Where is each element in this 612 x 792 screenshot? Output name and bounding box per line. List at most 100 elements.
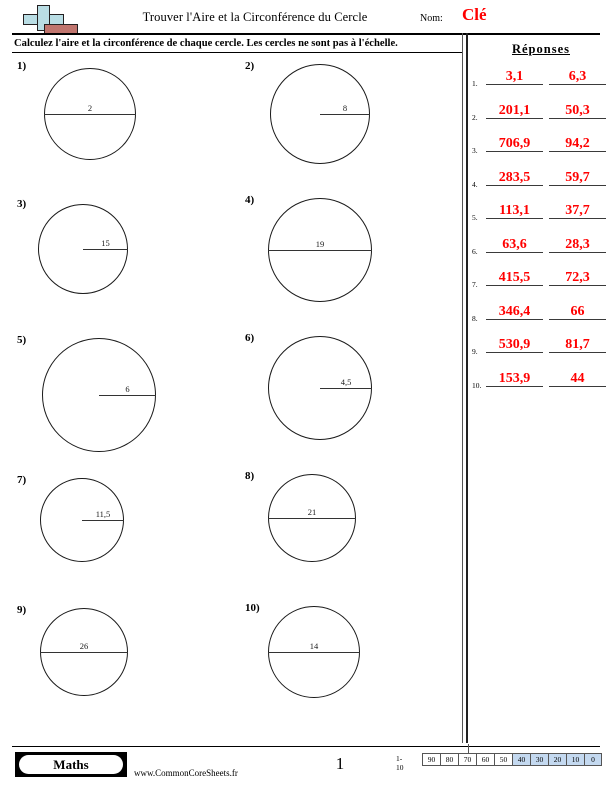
diameter-line: [44, 114, 136, 115]
answer-area-value[interactable]: 283,5: [486, 169, 543, 186]
answer-circumference-value[interactable]: 28,3: [549, 236, 606, 253]
answer-row-number: 7.: [472, 280, 478, 289]
answer-circumference-value[interactable]: 6,3: [549, 68, 606, 85]
answer-area-value[interactable]: 201,1: [486, 102, 543, 119]
answer-area-value[interactable]: 63,6: [486, 236, 543, 253]
diameter-line: [40, 652, 128, 653]
circle-figure: 21: [268, 474, 356, 562]
divider-line-left: [462, 33, 463, 743]
diameter-label: 19: [315, 239, 325, 249]
problem-number: 3): [17, 198, 27, 210]
diameter-line: [268, 518, 356, 519]
answer-area-value[interactable]: 346,4: [486, 303, 543, 320]
score-cell[interactable]: 30: [530, 753, 548, 766]
radius-line: [99, 395, 156, 396]
answer-row-number: 1.: [472, 79, 478, 88]
score-cell[interactable]: 80: [440, 753, 458, 766]
brand-label: Maths: [19, 755, 123, 774]
score-cell[interactable]: 20: [548, 753, 566, 766]
worksheet-title: Trouver l'Aire et la Circonférence du Ce…: [142, 10, 368, 24]
divider-line-right: [466, 33, 468, 743]
score-cell[interactable]: 40: [512, 753, 530, 766]
problem-number: 1): [17, 60, 27, 72]
circle-figure: 14: [268, 606, 360, 698]
score-grid-tick: [468, 744, 469, 753]
diameter-label: 14: [309, 641, 319, 651]
problem-number: 7): [17, 474, 27, 486]
answer-row: 1. 3,1 6,3: [470, 66, 612, 96]
answer-circumference-value[interactable]: 81,7: [549, 336, 606, 353]
circle-figure: 11,5: [40, 478, 124, 562]
score-cell[interactable]: 0: [584, 753, 602, 766]
answer-row: 6. 63,6 28,3: [470, 234, 612, 264]
radius-label: 6: [125, 384, 130, 394]
circle-figure: 2: [44, 68, 136, 160]
circle-figure: 19: [268, 198, 372, 302]
radius-line: [82, 520, 124, 521]
radius-line: [83, 249, 128, 250]
score-cell[interactable]: 90: [422, 753, 440, 766]
answer-row-number: 4.: [472, 179, 478, 189]
radius-line: [320, 388, 372, 389]
answer-circumference-value[interactable]: 44: [549, 370, 606, 387]
answer-row-number: 6.: [472, 246, 478, 256]
score-cell[interactable]: 70: [458, 753, 476, 766]
answers-heading: Réponses: [511, 42, 570, 56]
answer-circumference-value[interactable]: 37,7: [549, 202, 606, 219]
radius-label: 15: [101, 238, 110, 248]
answer-row: 9. 530,9 81,7: [470, 334, 612, 364]
answer-circumference-value[interactable]: 94,2: [549, 135, 606, 152]
score-cell[interactable]: 50: [494, 753, 512, 766]
circle-figure: 6: [42, 338, 156, 452]
name-label: Nom:: [420, 13, 443, 24]
circle-figure: 4,5: [268, 336, 372, 440]
answer-area-value[interactable]: 153,9: [486, 370, 543, 387]
answer-circumference-value[interactable]: 72,3: [549, 269, 606, 286]
answer-area-value[interactable]: 706,9: [486, 135, 543, 152]
score-cell[interactable]: 60: [476, 753, 494, 766]
site-url: www.CommonCoreSheets.fr: [134, 768, 238, 778]
answer-row: 8. 346,4 66: [470, 301, 612, 331]
name-value: Clé: [462, 5, 487, 24]
instructions-divider: [12, 52, 462, 53]
circle-figure: 15: [38, 204, 128, 294]
score-cell-list: 90 80 70 60 50 40 30 20 10 0: [422, 753, 602, 766]
answer-circumference-value[interactable]: 50,3: [549, 102, 606, 119]
diameter-label: 26: [79, 641, 89, 651]
brand-badge: Maths: [15, 752, 127, 777]
answer-circumference-value[interactable]: 66: [549, 303, 606, 320]
radius-label: 11,5: [95, 509, 111, 519]
page-number: 1: [335, 754, 345, 773]
commoncoresheets-logo-icon: [19, 5, 81, 34]
diameter-label: 2: [87, 103, 93, 113]
problem-number: 8): [245, 470, 255, 482]
answer-row-number: 5.: [472, 213, 478, 222]
radius-label: 8: [342, 103, 348, 113]
answer-area-value[interactable]: 3,1: [486, 68, 543, 85]
circle-figure: 26: [40, 608, 128, 696]
problem-number: 4): [245, 194, 255, 206]
footer-divider: [12, 746, 600, 747]
radius-label: 4,5: [340, 377, 352, 387]
problem-number: 5): [17, 334, 27, 346]
answer-row: 10. 153,9 44: [470, 368, 612, 398]
problem-number: 10): [245, 602, 260, 614]
circle-figure: 8: [270, 64, 370, 164]
answer-area-value[interactable]: 530,9: [486, 336, 543, 353]
score-range-label: 1-10: [396, 754, 404, 772]
answer-row: 3. 706,9 94,2: [470, 133, 612, 163]
answer-row: 5. 113,1 37,7: [470, 200, 612, 230]
header-divider: [12, 33, 600, 35]
score-cell[interactable]: 10: [566, 753, 584, 766]
answer-row-number: 8.: [472, 313, 478, 323]
page-footer: Maths www.CommonCoreSheets.fr 1: [0, 744, 612, 792]
column-divider: [462, 33, 468, 743]
answer-row-number: 2.: [472, 112, 478, 122]
answer-area-value[interactable]: 415,5: [486, 269, 543, 286]
problem-number: 9): [17, 604, 27, 616]
answer-area-value[interactable]: 113,1: [486, 202, 543, 219]
diameter-label: 21: [307, 507, 317, 517]
page-header: Trouver l'Aire et la Circonférence du Ce…: [0, 0, 612, 36]
answer-circumference-value[interactable]: 59,7: [549, 169, 606, 186]
instructions-text: Calculez l'aire et la circonférence de c…: [14, 38, 398, 49]
